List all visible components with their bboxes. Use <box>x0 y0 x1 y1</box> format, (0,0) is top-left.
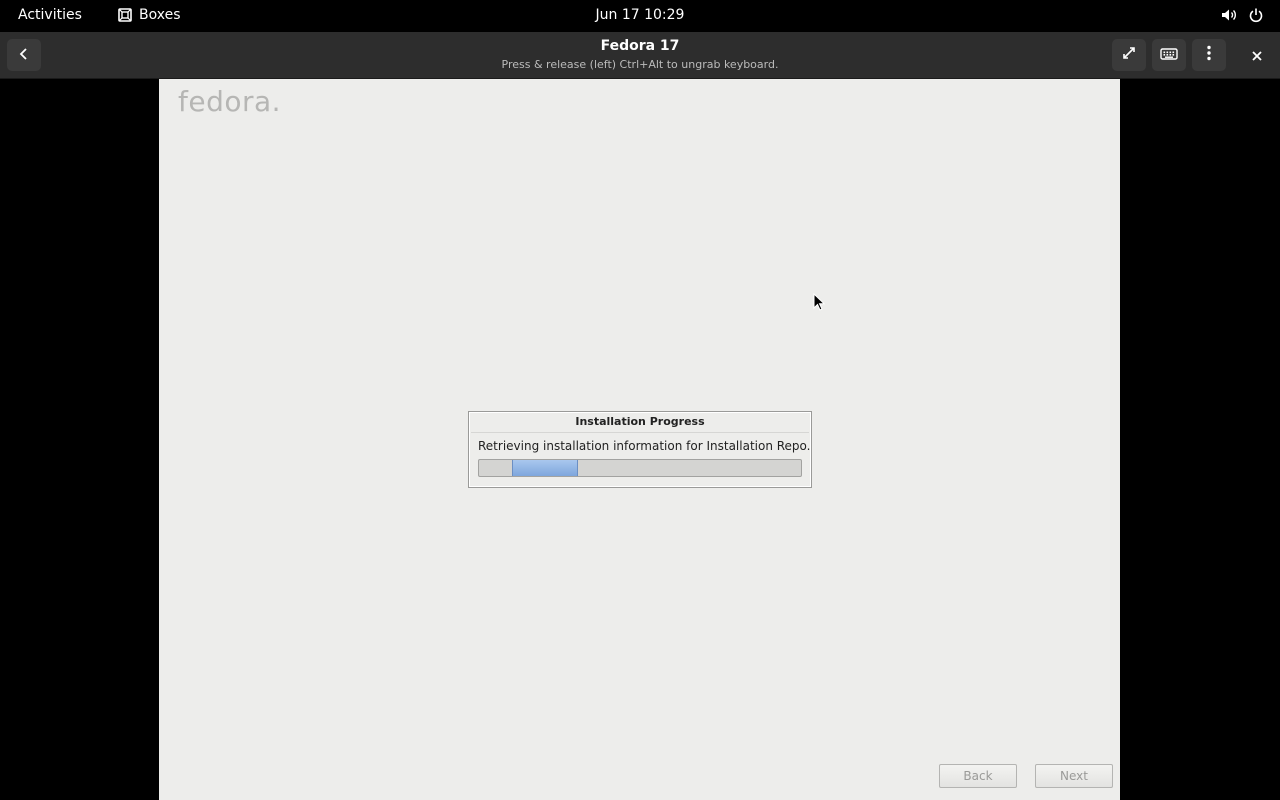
installation-progress-dialog: Installation Progress Retrieving install… <box>468 411 812 488</box>
fullscreen-button[interactable] <box>1112 39 1146 71</box>
dialog-message: Retrieving installation information for … <box>478 439 811 453</box>
dialog-title: Installation Progress <box>575 415 705 428</box>
progress-pulse <box>512 460 578 476</box>
fullscreen-icon <box>1121 45 1137 65</box>
system-menu[interactable] <box>1220 7 1264 23</box>
app-menu-label: Boxes <box>139 7 181 23</box>
close-icon <box>1252 46 1262 65</box>
gnome-top-bar: Activities Boxes Jun 17 10:29 <box>0 0 1280 32</box>
dialog-divider <box>471 432 809 433</box>
more-menu-button[interactable] <box>1192 39 1226 71</box>
vm-display[interactable]: fedora. Installation Progress Retrieving… <box>159 79 1120 800</box>
boxes-app-icon <box>117 7 133 23</box>
window-subtitle: Press & release (left) Ctrl+Alt to ungra… <box>501 58 779 71</box>
send-keys-button[interactable] <box>1152 39 1186 71</box>
volume-icon <box>1220 7 1238 23</box>
progress-bar <box>478 459 802 477</box>
more-menu-icon <box>1207 45 1211 65</box>
installer-next-button[interactable]: Next <box>1035 764 1113 788</box>
boxes-header-bar: Fedora 17 Press & release (left) Ctrl+Al… <box>0 32 1280 79</box>
app-menu[interactable]: Boxes <box>117 7 181 23</box>
close-button[interactable] <box>1240 39 1274 71</box>
keyboard-icon <box>1160 46 1178 65</box>
installer-back-button[interactable]: Back <box>939 764 1017 788</box>
window-title: Fedora 17 <box>600 38 680 54</box>
power-icon <box>1248 7 1264 23</box>
clock[interactable]: Jun 17 10:29 <box>596 7 685 23</box>
activities-button[interactable]: Activities <box>18 7 82 23</box>
mouse-pointer-icon <box>813 292 826 315</box>
fedora-logo: fedora. <box>178 85 282 118</box>
